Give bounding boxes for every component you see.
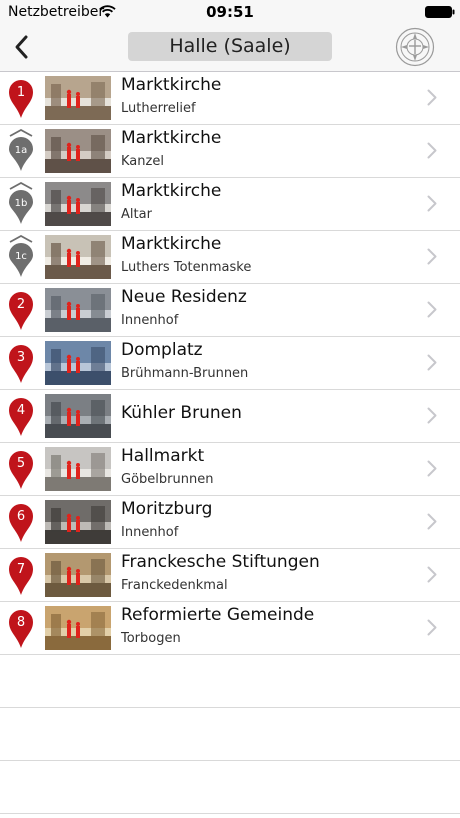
list-item[interactable]: 6 Moritzburg Innenhof bbox=[0, 496, 460, 549]
item-title: Marktkirche bbox=[121, 128, 222, 148]
item-subtitle: Kanzel bbox=[121, 154, 164, 169]
chevron-right-icon bbox=[427, 407, 437, 424]
luther-rose-icon[interactable] bbox=[395, 27, 435, 67]
map-pin-icon: 1c bbox=[9, 235, 33, 277]
location-thumbnail bbox=[45, 341, 111, 385]
map-pin-icon: 6 bbox=[9, 504, 33, 542]
empty-row bbox=[0, 655, 460, 708]
location-thumbnail bbox=[45, 129, 111, 173]
map-pin-icon: 7 bbox=[9, 557, 33, 595]
list-item[interactable]: 5 Hallmarkt Göbelbrunnen bbox=[0, 443, 460, 496]
item-subtitle: Lutherrelief bbox=[121, 101, 196, 116]
location-thumbnail bbox=[45, 235, 111, 279]
map-pin-icon: 3 bbox=[9, 345, 33, 383]
item-subtitle: Innenhof bbox=[121, 313, 179, 328]
list-item[interactable]: 1c Marktkirche Luthers Totenmaske bbox=[0, 231, 460, 284]
location-thumbnail bbox=[45, 394, 111, 438]
item-subtitle: Franckedenkmal bbox=[121, 578, 228, 593]
location-thumbnail bbox=[45, 606, 111, 650]
item-title: Reformierte Gemeinde bbox=[121, 605, 315, 625]
pin-label: 1a bbox=[15, 145, 28, 156]
item-title: Kühler Brunen bbox=[121, 403, 242, 423]
item-title: Marktkirche bbox=[121, 181, 222, 201]
location-thumbnail bbox=[45, 447, 111, 491]
item-title: Marktkirche bbox=[121, 75, 222, 95]
city-title: Halle (Saale) bbox=[128, 32, 332, 61]
map-pin-icon: 1a bbox=[9, 129, 33, 171]
pin-label: 3 bbox=[17, 350, 25, 365]
location-thumbnail bbox=[45, 182, 111, 226]
map-pin-icon: 1b bbox=[9, 182, 33, 224]
pin-label: 1c bbox=[15, 251, 27, 262]
navigation-bar: Halle (Saale) bbox=[0, 24, 460, 72]
location-thumbnail bbox=[45, 553, 111, 597]
empty-row bbox=[0, 708, 460, 761]
map-pin-icon: 1 bbox=[9, 80, 33, 118]
map-pin-icon: 8 bbox=[9, 610, 33, 648]
chevron-right-icon bbox=[427, 566, 437, 583]
pin-label: 1 bbox=[17, 85, 25, 100]
list-item[interactable]: 1 Marktkirche Lutherrelief bbox=[0, 72, 460, 125]
list-item[interactable]: 7 Franckesche Stiftungen Franckedenkmal bbox=[0, 549, 460, 602]
back-button[interactable] bbox=[8, 32, 38, 62]
pin-label: 5 bbox=[17, 456, 25, 471]
chevron-right-icon bbox=[427, 195, 437, 212]
list-item[interactable]: 3 Domplatz Brühmann-Brunnen bbox=[0, 337, 460, 390]
pin-label: 1b bbox=[15, 198, 28, 209]
item-title: Marktkirche bbox=[121, 234, 222, 254]
chevron-right-icon bbox=[427, 142, 437, 159]
item-title: Hallmarkt bbox=[121, 446, 205, 466]
pin-label: 7 bbox=[17, 562, 25, 577]
list-item[interactable]: 2 Neue Residenz Innenhof bbox=[0, 284, 460, 337]
item-title: Franckesche Stiftungen bbox=[121, 552, 320, 572]
empty-row bbox=[0, 761, 460, 814]
battery-icon bbox=[425, 6, 455, 18]
location-thumbnail bbox=[45, 288, 111, 332]
item-subtitle: Göbelbrunnen bbox=[121, 472, 214, 487]
pin-label: 4 bbox=[17, 403, 25, 418]
map-pin-icon: 4 bbox=[9, 398, 33, 436]
item-subtitle: Brühmann-Brunnen bbox=[121, 366, 249, 381]
item-subtitle: Torbogen bbox=[121, 631, 181, 646]
clock: 09:51 bbox=[206, 3, 254, 21]
pin-label: 8 bbox=[17, 615, 25, 630]
station-list: 1 Marktkirche Lutherrelief 1a Marktkirch… bbox=[0, 72, 460, 814]
list-item[interactable]: 8 Reformierte Gemeinde Torbogen bbox=[0, 602, 460, 655]
list-item[interactable]: 1b Marktkirche Altar bbox=[0, 178, 460, 231]
item-subtitle: Innenhof bbox=[121, 525, 179, 540]
chevron-right-icon bbox=[427, 513, 437, 530]
chevron-right-icon bbox=[427, 354, 437, 371]
list-item[interactable]: 1a Marktkirche Kanzel bbox=[0, 125, 460, 178]
location-thumbnail bbox=[45, 500, 111, 544]
item-subtitle: Luthers Totenmaske bbox=[121, 260, 252, 275]
chevron-right-icon bbox=[427, 460, 437, 477]
status-bar: Netzbetreiber 09:51 bbox=[0, 0, 460, 24]
item-title: Moritzburg bbox=[121, 499, 213, 519]
location-thumbnail bbox=[45, 76, 111, 120]
chevron-right-icon bbox=[427, 619, 437, 636]
map-pin-icon: 2 bbox=[9, 292, 33, 330]
item-subtitle: Altar bbox=[121, 207, 152, 222]
chevron-right-icon bbox=[427, 301, 437, 318]
pin-label: 6 bbox=[17, 509, 25, 524]
item-title: Domplatz bbox=[121, 340, 203, 360]
list-item[interactable]: 4 Kühler Brunen bbox=[0, 390, 460, 443]
pin-label: 2 bbox=[17, 297, 25, 312]
map-pin-icon: 5 bbox=[9, 451, 33, 489]
chevron-right-icon bbox=[427, 89, 437, 106]
item-title: Neue Residenz bbox=[121, 287, 247, 307]
chevron-right-icon bbox=[427, 248, 437, 265]
